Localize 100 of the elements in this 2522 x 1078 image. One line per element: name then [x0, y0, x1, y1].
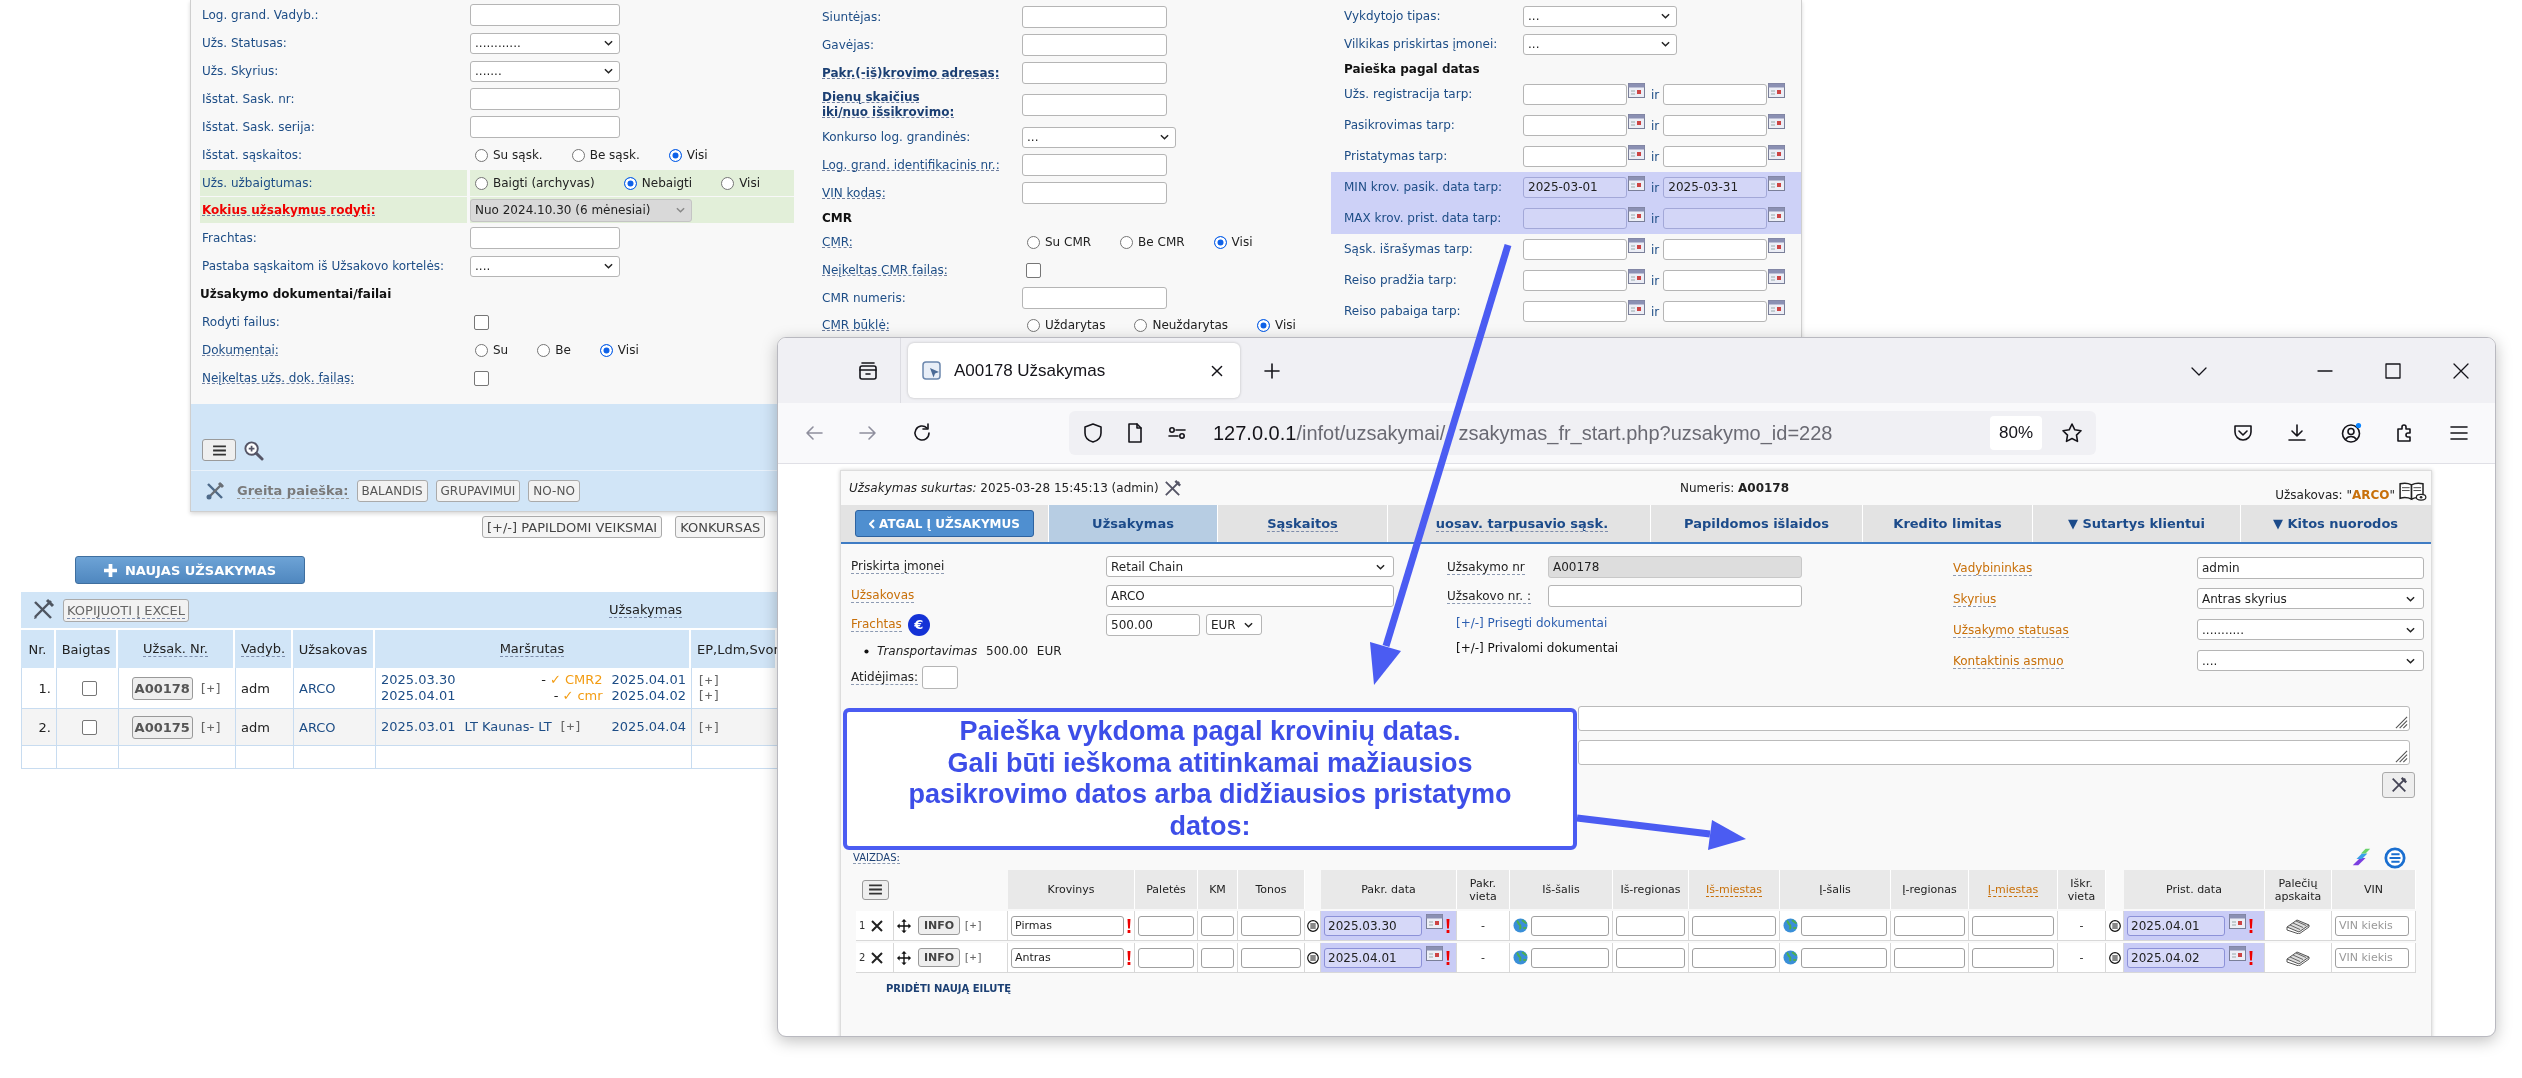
- radio-label[interactable]: Visi: [739, 176, 760, 190]
- customer-link[interactable]: ARCO: [299, 680, 336, 696]
- radio-label[interactable]: Be sąsk.: [589, 148, 640, 162]
- calendar-icon[interactable]: [1768, 238, 1786, 253]
- calendar-icon[interactable]: [2229, 946, 2246, 961]
- text-input[interactable]: [1022, 154, 1167, 176]
- text-input[interactable]: [1894, 915, 1965, 936]
- text-input[interactable]: [1972, 947, 2054, 968]
- radio-label[interactable]: Be CMR: [1138, 235, 1185, 249]
- calendar-icon[interactable]: [1768, 176, 1786, 191]
- menu-button[interactable]: [861, 879, 889, 900]
- dropdown[interactable]: Antras skyrius: [2197, 588, 2424, 609]
- radio-label[interactable]: Nebaigti: [641, 176, 693, 190]
- checkbox[interactable]: [1026, 262, 1041, 278]
- date-input[interactable]: 2025.04.01: [1324, 947, 1422, 968]
- list-circle-icon[interactable]: [1306, 951, 1319, 964]
- tools-icon[interactable]: [1162, 478, 1182, 498]
- date-input[interactable]: 2025-03-31: [1663, 177, 1768, 198]
- resize-grip-icon[interactable]: [2395, 716, 2408, 729]
- quick-search-button[interactable]: NO-NO: [528, 480, 580, 502]
- date-input[interactable]: [1523, 115, 1627, 136]
- calendar-icon[interactable]: [1628, 238, 1645, 253]
- radio-label[interactable]: Visi: [686, 148, 708, 162]
- zoom-level-button[interactable]: 80%: [1989, 416, 2042, 450]
- currency-dropdown[interactable]: EUR: [1206, 614, 1262, 635]
- tools-icon[interactable]: [31, 598, 55, 622]
- radio-label[interactable]: Su: [493, 343, 509, 357]
- expand-link[interactable]: [+]: [963, 919, 984, 932]
- radio-button[interactable]: [475, 343, 488, 357]
- text-input[interactable]: [1022, 94, 1167, 116]
- expand-link[interactable]: [+]: [963, 951, 984, 964]
- expand-link[interactable]: [+]: [198, 719, 223, 735]
- calendar-icon[interactable]: [1628, 83, 1645, 98]
- date-input[interactable]: [1663, 208, 1768, 229]
- shield-icon[interactable]: [1081, 421, 1105, 445]
- text-input[interactable]: [1201, 915, 1234, 936]
- pallet-icon[interactable]: [2285, 917, 2311, 934]
- dropdown[interactable]: ............: [470, 32, 620, 54]
- date-input[interactable]: [1523, 146, 1627, 167]
- order-number-button[interactable]: A00178: [131, 676, 193, 700]
- checkbox[interactable]: [82, 680, 97, 696]
- calendar-icon[interactable]: [1768, 83, 1786, 98]
- checkbox[interactable]: [82, 719, 97, 735]
- calendar-icon[interactable]: [1768, 114, 1786, 129]
- date-input[interactable]: 2025.03.30: [1324, 915, 1422, 936]
- radio-label[interactable]: Visi: [1275, 318, 1296, 332]
- text-input[interactable]: [1616, 915, 1685, 936]
- date-input[interactable]: [1523, 270, 1627, 291]
- radio-label[interactable]: Su sąsk.: [493, 148, 543, 162]
- book-icon[interactable]: [2398, 481, 2427, 502]
- text-input[interactable]: [1692, 915, 1776, 936]
- tab[interactable]: Užsakymas: [1048, 505, 1217, 542]
- cross-icon[interactable]: [870, 950, 885, 965]
- info-button[interactable]: INFO: [918, 916, 961, 935]
- radio-label[interactable]: Visi: [1231, 235, 1253, 249]
- radio-button[interactable]: [721, 176, 735, 190]
- customer-link[interactable]: ARCO: [299, 719, 336, 735]
- date-input[interactable]: [1523, 208, 1627, 229]
- radio-label[interactable]: Baigti (archyvas): [493, 176, 595, 190]
- text-input[interactable]: [1894, 947, 1965, 968]
- radio-label[interactable]: Uždarytas: [1045, 318, 1106, 332]
- tab[interactable]: ▼ Kitos nuorodos: [2240, 505, 2430, 542]
- pallet-icon[interactable]: [2285, 949, 2311, 966]
- text-input[interactable]: [1801, 915, 1887, 936]
- quick-search-button[interactable]: GRUPAVIMUI: [435, 480, 521, 502]
- globe-icon[interactable]: [1513, 950, 1528, 965]
- globe-icon[interactable]: [1513, 918, 1528, 933]
- radio-button[interactable]: [537, 343, 551, 357]
- document-link[interactable]: [+/-] Privalomi dokumentai: [1456, 640, 1619, 655]
- date-input[interactable]: 2025.04.01: [2127, 915, 2225, 936]
- address-bar[interactable]: 127.0.0.1/infot/uzsakymai/ zsakymas_fr_start.php?uzsakymo_id=228 80%: [1069, 411, 2096, 455]
- calendar-icon[interactable]: [1768, 145, 1786, 160]
- dropdown[interactable]: ....: [2197, 650, 2424, 671]
- text-input[interactable]: [1022, 6, 1167, 28]
- checkbox[interactable]: [474, 314, 489, 330]
- date-input[interactable]: [1663, 146, 1768, 167]
- globe-icon[interactable]: [1783, 950, 1798, 965]
- text-input[interactable]: [1022, 182, 1167, 204]
- dropdown[interactable]: ...........: [2197, 619, 2424, 640]
- calendar-icon[interactable]: [1426, 946, 1443, 961]
- calendar-icon[interactable]: [1628, 145, 1645, 160]
- text-input[interactable]: Antras: [1011, 947, 1124, 968]
- swirl-logo-icon[interactable]: [2384, 847, 2406, 869]
- move-icon[interactable]: [897, 918, 911, 933]
- tab[interactable]: Papildomos išlaidos: [1650, 505, 1862, 542]
- dropdown[interactable]: ...: [1022, 126, 1176, 148]
- globe-icon[interactable]: [1783, 918, 1798, 933]
- radio-button[interactable]: [1257, 318, 1270, 332]
- text-input[interactable]: [1138, 915, 1194, 936]
- radio-button[interactable]: [1120, 235, 1134, 249]
- radio-button[interactable]: [668, 148, 682, 162]
- date-input[interactable]: [1663, 115, 1768, 136]
- calendar-icon[interactable]: [1628, 207, 1645, 222]
- text-input[interactable]: [1531, 947, 1609, 968]
- text-input[interactable]: admin: [2197, 556, 2424, 579]
- radio-button[interactable]: [1213, 235, 1227, 249]
- date-input[interactable]: [1523, 84, 1627, 105]
- view-label[interactable]: VAIZDAS:: [853, 852, 900, 864]
- date-input[interactable]: [1663, 270, 1768, 291]
- text-input[interactable]: [470, 4, 620, 26]
